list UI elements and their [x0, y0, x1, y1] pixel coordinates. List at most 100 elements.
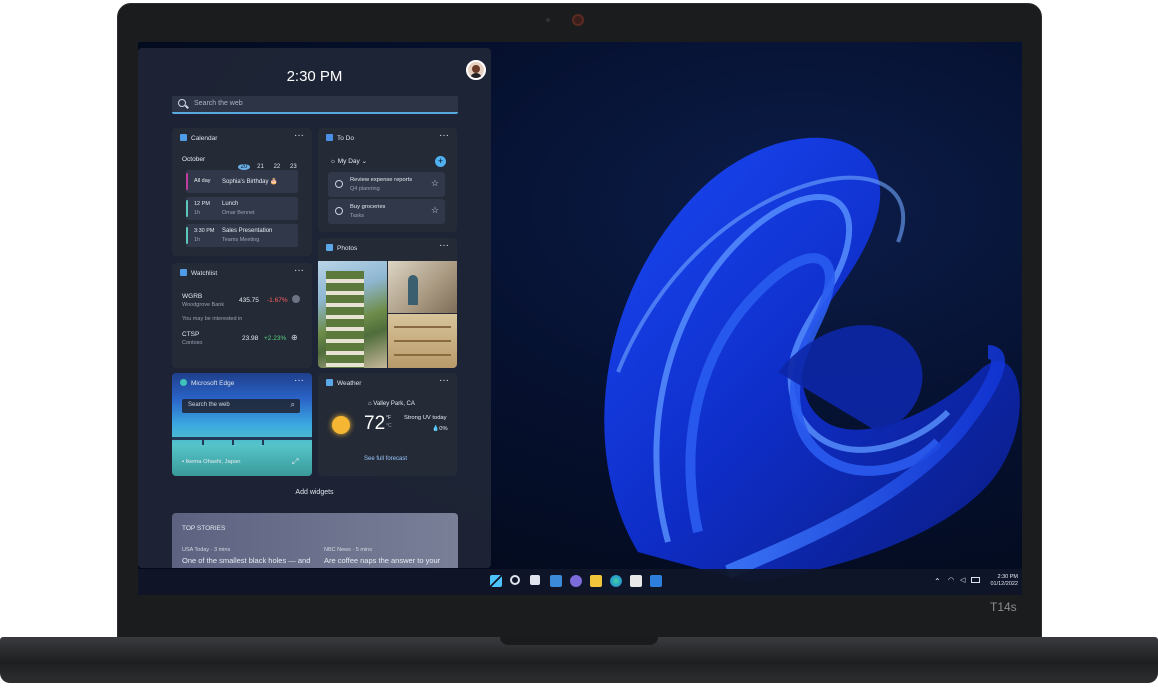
top-stories: TOP STORIES USA Today · 3 mins One of th… — [172, 513, 458, 568]
store-icon[interactable] — [630, 575, 642, 587]
more-options-icon[interactable]: ··· — [439, 130, 449, 141]
edge-icon[interactable] — [610, 575, 622, 587]
add-widgets-button[interactable]: Add widgets — [138, 489, 491, 496]
search-icon: ⌕ — [290, 400, 295, 409]
todo-list-selector[interactable]: ☼ My Day ⌄ — [330, 157, 367, 165]
more-options-icon[interactable]: ··· — [439, 240, 449, 251]
chevron-up-icon[interactable]: ⌃ — [934, 577, 941, 586]
model-label: T14s — [990, 600, 1017, 614]
story-headline[interactable]: One of the smallest black holes — and — [182, 556, 310, 565]
calendar-icon — [180, 134, 187, 141]
windows-icon[interactable] — [490, 575, 502, 587]
full-forecast-link[interactable]: See full forecast — [364, 456, 407, 462]
photos-header: Photos — [326, 244, 357, 252]
photo-thumbnail[interactable] — [318, 261, 387, 368]
weather-location: ⌂ Valley Park, CA — [368, 401, 415, 407]
task-subtitle: Q4 planning — [350, 186, 380, 192]
story-source: NBC News · 5 mins — [324, 547, 372, 553]
bridge-image — [172, 437, 312, 440]
mail-icon[interactable] — [650, 575, 662, 587]
unit-celsius[interactable]: °C — [386, 423, 392, 429]
event-subtitle: Omar Bennet — [222, 210, 255, 216]
event-color-bar — [186, 173, 188, 190]
top-stories-title: TOP STORIES — [182, 525, 226, 532]
task-subtitle: Tasks — [350, 213, 365, 219]
photo-thumbnail[interactable] — [388, 314, 457, 368]
widgets-panel: 2:30 PM Search the web Calendar ··· Octo… — [138, 48, 491, 568]
temperature: 72 — [364, 413, 386, 434]
camera-bar — [540, 14, 620, 26]
suggestion-label: You may be interested in — [182, 316, 243, 322]
story-headline[interactable]: Are coffee naps the answer to your — [324, 556, 440, 565]
stock-change: +2.23% — [264, 335, 287, 342]
battery-icon[interactable] — [971, 577, 980, 583]
web-search-input[interactable]: Search the web — [172, 96, 458, 114]
task-title: Review expense reports — [350, 177, 413, 183]
event-time: 3:30 PM — [194, 228, 215, 234]
task-checkbox[interactable] — [335, 207, 343, 215]
user-avatar[interactable] — [466, 60, 486, 80]
more-options-icon[interactable]: ··· — [294, 265, 304, 276]
wifi-icon[interactable]: ◠ — [948, 576, 954, 584]
event-time: All day — [194, 178, 211, 184]
todo-item[interactable]: Review expense reports Q4 planning ☆ — [328, 172, 445, 197]
laptop: 2:30 PM Search the web Calendar ··· Octo… — [0, 0, 1158, 691]
event-subtitle: Teams Meeting — [222, 237, 260, 243]
photos-widget[interactable]: Photos ··· — [318, 238, 457, 368]
file-explorer-icon[interactable] — [590, 575, 602, 587]
weather-widget[interactable]: Weather ··· ⌂ Valley Park, CA 72 °F °C S… — [318, 373, 457, 476]
task-view-icon[interactable] — [530, 575, 540, 585]
screen: 2:30 PM Search the web Calendar ··· Octo… — [138, 42, 1022, 595]
calendar-event[interactable]: 12 PM 1h Lunch Omar Bennet — [186, 197, 298, 220]
todo-item[interactable]: Buy groceries Tasks ☆ — [328, 199, 445, 224]
calendar-widget[interactable]: Calendar ··· October 20 21 22 23 ⌄ All d… — [172, 128, 312, 256]
stock-status-icon — [292, 295, 300, 303]
star-icon[interactable]: ☆ — [431, 205, 439, 216]
web-search-placeholder: Search the web — [194, 100, 243, 107]
panel-time: 2:30 PM — [286, 68, 343, 85]
photo-thumbnail[interactable] — [388, 261, 457, 313]
stock-symbol: CTSP — [182, 331, 200, 338]
unit-fahrenheit[interactable]: °F — [386, 415, 391, 421]
todo-title: To Do — [337, 135, 354, 142]
more-options-icon[interactable]: ··· — [439, 375, 449, 386]
search-icon[interactable] — [510, 575, 520, 585]
edge-location-text: Ikema Ohashi, Japan — [185, 459, 241, 465]
taskbar-clock[interactable]: 2:30 PM 01/12/2022 — [983, 574, 1018, 588]
edge-image-location: ▪ Ikema Ohashi, Japan — [182, 459, 240, 465]
more-options-icon[interactable]: ··· — [294, 130, 304, 141]
calendar-event[interactable]: All day Sophia's Birthday 🎂 — [186, 170, 298, 193]
todo-widget[interactable]: To Do ··· ☼ My Day ⌄ + Review expense re… — [318, 128, 457, 232]
expand-icon[interactable]: ⤢ — [292, 457, 298, 467]
search-icon — [178, 99, 186, 107]
weather-condition: Strong UV today — [404, 415, 447, 421]
volume-icon[interactable]: ◁ — [960, 576, 965, 584]
add-task-button[interactable]: + — [435, 156, 446, 167]
todo-icon — [326, 134, 333, 141]
wallpaper-bloom — [604, 137, 1020, 583]
sun-icon: ☼ — [330, 158, 338, 165]
calendar-event[interactable]: 3:30 PM 1h Sales Presentation Teams Meet… — [186, 224, 298, 247]
watchlist-title: Watchlist — [191, 270, 218, 277]
star-icon[interactable]: ☆ — [431, 178, 439, 189]
watchlist-widget[interactable]: Watchlist ··· WGRB Woodgrove Bank 435.75… — [172, 263, 312, 368]
chevron-down-icon: ⌄ — [359, 158, 368, 165]
edge-search-input[interactable]: Search the web ⌕ — [182, 399, 300, 413]
task-checkbox[interactable] — [335, 180, 343, 188]
weather-location-text: Valley Park, CA — [373, 401, 415, 407]
edge-search-placeholder: Search the web — [188, 402, 230, 408]
chart-icon — [180, 269, 187, 276]
ir-sensor — [546, 18, 550, 22]
edge-widget[interactable]: Microsoft Edge ··· Search the web ⌕ ▪ Ik… — [172, 373, 312, 476]
edge-icon — [180, 379, 187, 386]
more-options-icon[interactable]: ··· — [294, 375, 304, 386]
widgets-icon[interactable] — [550, 575, 562, 587]
photos-title: Photos — [337, 245, 358, 252]
stock-price: 435.75 — [239, 297, 259, 304]
photos-icon — [326, 244, 333, 251]
weather-precip-value: 0% — [439, 426, 448, 432]
add-stock-icon[interactable]: ⊕ — [291, 333, 298, 342]
calendar-title: Calendar — [191, 135, 218, 142]
event-title: Sophia's Birthday 🎂 — [222, 179, 278, 185]
chat-icon[interactable] — [570, 575, 582, 587]
